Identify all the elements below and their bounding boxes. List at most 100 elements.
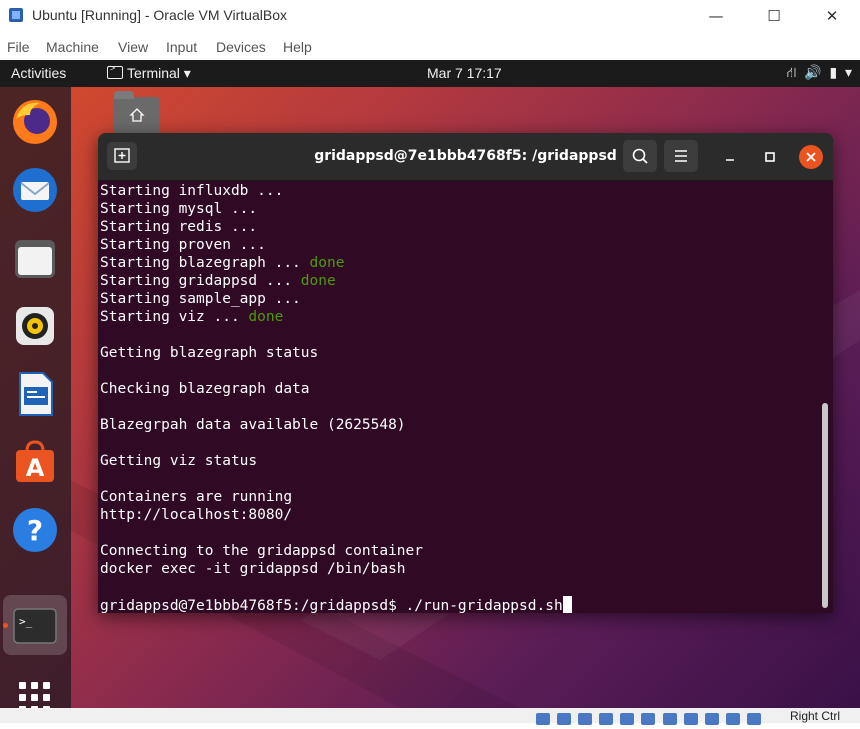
home-folder-icon[interactable] [114, 91, 160, 133]
menu-machine[interactable]: Machine [46, 39, 99, 55]
menu-file[interactable]: File [7, 39, 30, 55]
firefox-icon[interactable] [10, 97, 60, 147]
terminal-line: Connecting to the gridappsd container [100, 543, 423, 559]
svg-text:?: ? [27, 514, 43, 547]
status-done-label: done [309, 255, 345, 271]
minimize-icon [726, 159, 734, 161]
terminal-header-bar[interactable]: gridappsd@7e1bbb4768f5: /gridappsd [98, 133, 833, 181]
status-done-label: done [248, 309, 284, 325]
house-icon [129, 108, 145, 122]
terminal-line-text: Blazegrpah data available (2625548) [100, 417, 406, 433]
terminal-scrollbar[interactable] [822, 403, 828, 608]
display-icon[interactable] [662, 713, 677, 725]
terminal-maximize-button[interactable] [758, 145, 782, 169]
vbox-menu-bar: File Machine View Input Devices Help [0, 34, 860, 60]
terminal-line-text: Starting influxdb ... [100, 183, 284, 199]
terminal-close-button[interactable] [799, 145, 823, 169]
window-minimize-button[interactable]: — [704, 5, 728, 27]
svg-text:A: A [26, 454, 45, 482]
terminal-line-text: Getting viz status [100, 453, 258, 469]
thunderbird-icon[interactable] [10, 165, 60, 215]
terminal-line: Starting influxdb ... [100, 183, 283, 199]
terminal-line: Checking blazegraph data [100, 381, 310, 397]
usb-icon[interactable] [620, 713, 635, 725]
host-key-label: Right Ctrl [790, 709, 841, 723]
menu-devices[interactable]: Devices [216, 39, 266, 55]
window-maximize-button[interactable]: ☐ [762, 5, 786, 27]
terminal-line-text: Starting viz ... [100, 309, 249, 325]
window-title: Ubuntu [Running] - Oracle VM VirtualBox [32, 7, 287, 23]
terminal-line-text: Checking blazegraph data [100, 381, 310, 397]
terminal-line-text: Connecting to the gridappsd container [100, 543, 424, 559]
terminal-line: Starting sample_app ... [100, 291, 301, 307]
terminal-command: ./run-gridappsd.sh [405, 598, 563, 613]
keyboard-icon[interactable] [746, 713, 761, 725]
chevron-down-icon: ▾ [844, 64, 852, 80]
status-done-label: done [300, 273, 336, 289]
terminal-line: Blazegrpah data available (2625548) [100, 417, 406, 433]
app-menu-label: Terminal ▾ [127, 65, 191, 81]
writer-icon[interactable] [10, 369, 60, 419]
software-icon[interactable]: A [10, 437, 60, 487]
terminal-icon[interactable]: >_ [10, 601, 60, 651]
files-icon[interactable] [10, 233, 60, 283]
terminal-line: Getting blazegraph status [100, 345, 318, 361]
terminal-line: docker exec -it gridappsd /bin/bash [100, 561, 406, 577]
menu-view[interactable]: View [118, 39, 148, 55]
ubuntu-dock: A ? >_ [0, 87, 71, 708]
terminal-line: Starting redis ... [100, 219, 257, 235]
terminal-line-text: Getting blazegraph status [100, 345, 319, 361]
system-tray[interactable]: ⛙ 🔊 ▮ ▾ [787, 64, 852, 83]
activities-button[interactable]: Activities [11, 65, 66, 81]
app-grid-icon[interactable] [10, 673, 60, 708]
running-indicator [3, 623, 8, 628]
terminal-line: Containers are running [100, 489, 292, 505]
terminal-line-text: Starting sample_app ... [100, 291, 301, 307]
terminal-line: Starting mysql ... [100, 201, 257, 217]
terminal-line-text: http://localhost:8080/ [100, 507, 293, 523]
app-menu-button[interactable]: Terminal ▾ [107, 63, 191, 82]
network-status-icon[interactable] [599, 713, 614, 725]
terminal-window[interactable]: gridappsd@7e1bbb4768f5: /gridappsd Start… [98, 133, 833, 613]
search-button[interactable] [623, 140, 657, 172]
terminal-line-text: Starting blazegraph ... [100, 255, 310, 271]
menu-input[interactable]: Input [166, 39, 197, 55]
terminal-line: Starting blazegraph ... done [100, 255, 344, 271]
gnome-top-bar: Activities Terminal ▾ Mar 7 17:17 ⛙ 🔊 ▮ … [0, 60, 860, 87]
shared-folder-icon[interactable] [641, 713, 656, 725]
vm-screen[interactable]: Activities Terminal ▾ Mar 7 17:17 ⛙ 🔊 ▮ … [0, 60, 860, 708]
recording-icon[interactable] [683, 713, 698, 725]
search-icon [632, 148, 648, 164]
text-cursor [562, 596, 572, 613]
terminal-line: http://localhost:8080/ [100, 507, 292, 523]
window-close-button[interactable]: ✕ [820, 5, 844, 27]
menu-help[interactable]: Help [283, 39, 312, 55]
terminal-app-icon [107, 63, 123, 79]
help-icon[interactable]: ? [10, 505, 60, 555]
terminal-line-text: Starting mysql ... [100, 201, 258, 217]
battery-icon: ▮ [829, 64, 838, 80]
vbox-status-bar: Right Ctrl [0, 708, 860, 725]
optical-drive-icon[interactable] [557, 713, 572, 725]
cpu-icon[interactable] [704, 713, 719, 725]
svg-text:>_: >_ [19, 615, 33, 628]
terminal-line: Starting viz ... done [100, 309, 283, 325]
mouse-integration-icon[interactable] [725, 713, 740, 725]
terminal-line-text: docker exec -it gridappsd /bin/bash [100, 561, 406, 577]
terminal-lines: Starting influxdb ... Starting mysql ...… [100, 183, 423, 577]
hard-disk-icon[interactable] [536, 713, 550, 725]
virtualbox-app-icon [9, 8, 23, 22]
terminal-line-text: Starting redis ... [100, 219, 258, 235]
status-icons [536, 710, 763, 729]
maximize-icon [765, 152, 775, 162]
terminal-line-text: Starting gridappsd ... [100, 273, 301, 289]
audio-icon[interactable] [578, 713, 593, 725]
vbox-title-bar: Ubuntu [Running] - Oracle VM VirtualBox … [0, 0, 860, 34]
volume-icon: 🔊 [804, 64, 822, 80]
clock[interactable]: Mar 7 17:17 [427, 65, 502, 81]
rhythmbox-icon[interactable] [10, 301, 60, 351]
terminal-prompt: gridappsd@7e1bbb4768f5:/gridappsd$ [100, 598, 406, 613]
hamburger-menu-button[interactable] [664, 140, 698, 172]
terminal-output[interactable]: Starting influxdb ... Starting mysql ...… [100, 182, 815, 613]
terminal-minimize-button[interactable] [718, 145, 742, 169]
